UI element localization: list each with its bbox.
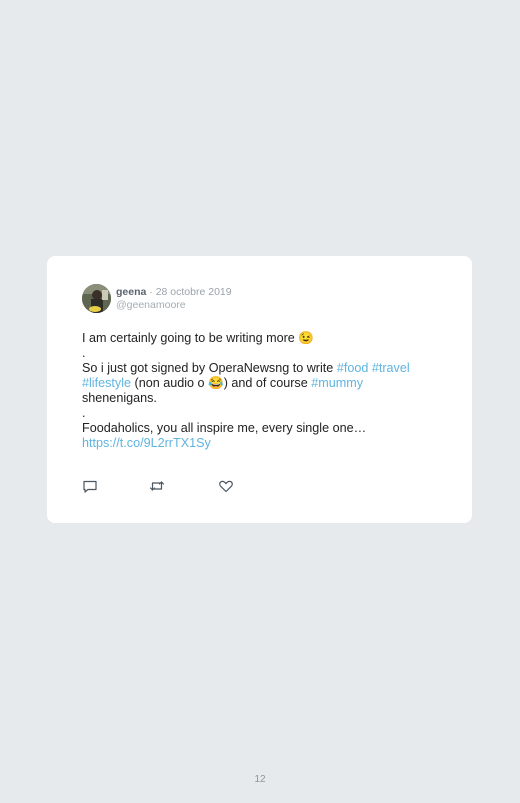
text-line: (non audio o 😂) and of course [131, 376, 312, 390]
text-line: shenenigans. [82, 391, 157, 405]
author-handle[interactable]: @geenamoore [116, 299, 186, 311]
hashtag-mummy[interactable]: #mummy [311, 376, 363, 390]
avatar[interactable] [82, 284, 111, 313]
hashtag-food[interactable]: #food [337, 361, 369, 375]
page-number: 12 [254, 774, 266, 785]
tweet-card: geena · 28 octobre 2019 @geenamoore I am… [47, 256, 472, 523]
text-dot: . [82, 406, 86, 420]
retweet-icon[interactable] [149, 478, 165, 494]
text-dot: . [82, 346, 86, 360]
text-line: Foodaholics, you all inspire me, every s… [82, 421, 367, 435]
author-line: geena · 28 octobre 2019 [116, 286, 232, 298]
reply-icon[interactable] [82, 478, 98, 494]
author-name[interactable]: geena [116, 286, 146, 298]
hashtag-lifestyle[interactable]: #lifestyle [82, 376, 131, 390]
tweet-date[interactable]: 28 octobre 2019 [156, 286, 232, 298]
like-icon[interactable] [218, 478, 234, 494]
hashtag-travel[interactable]: #travel [372, 361, 410, 375]
tweet-text: I am certainly going to be writing more … [82, 331, 452, 451]
text-line: I am certainly going to be writing more … [82, 331, 314, 345]
text-line: So i just got signed by OperaNewsng to w… [82, 361, 337, 375]
date-separator: · [146, 286, 156, 298]
tweet-link[interactable]: https://t.co/9L2rrTX1Sy [82, 436, 211, 450]
